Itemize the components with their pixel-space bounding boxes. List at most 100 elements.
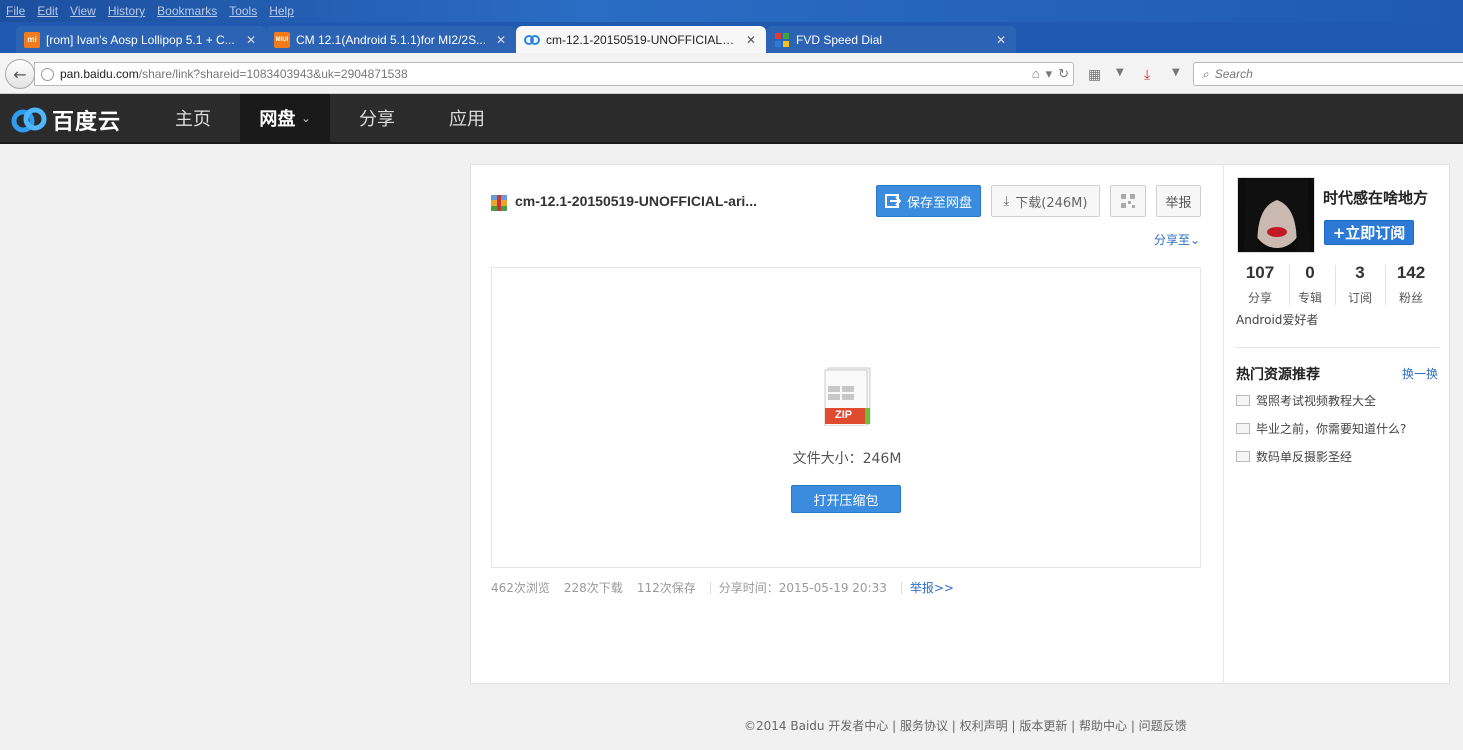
logo-text: 百度云	[52, 110, 122, 135]
save-count: 112次保存	[636, 581, 696, 595]
hot-resources-title: 热门资源推荐	[1236, 367, 1320, 383]
search-icon: ⌕	[1202, 66, 1209, 81]
archive-file-icon	[491, 195, 507, 211]
tab-cm-baidu[interactable]: cm-12.1-20150519-UNOFFICIAL-ar... ✕	[516, 26, 766, 54]
nav-home[interactable]: 主页	[148, 94, 238, 142]
file-size: 文件大小：246M	[792, 451, 902, 467]
fvd-icon	[774, 32, 790, 48]
chevron-down-icon: ⌄	[1190, 233, 1201, 247]
miui-icon: MIUI	[274, 31, 290, 48]
footer-links[interactable]: ©2014 Baidu 开发者中心 | 服务协议 | 权利声明 | 版本更新 |…	[744, 717, 1187, 734]
url-path: /share/link?shareid=1083403943&uk=290487…	[138, 67, 408, 81]
hot-item[interactable]: 毕业之前，你需要知道什么?	[1236, 420, 1406, 437]
nav-netdisk[interactable]: 网盘 ⌄	[240, 94, 330, 142]
chevron-down-icon[interactable]: ▼	[1172, 67, 1180, 78]
speed-dial-icon[interactable]: ▦	[1088, 67, 1101, 83]
url-bar[interactable]: pan.baidu.com /share/link?shareid=108340…	[34, 62, 1074, 86]
close-icon[interactable]: ✕	[744, 33, 758, 47]
nav-share[interactable]: 分享	[332, 94, 422, 142]
tab-bar: mi [rom] Ivan's Aosp Lollipop 5.1 + C...…	[0, 22, 1463, 70]
stat-label: 粉丝	[1398, 291, 1423, 305]
open-archive-button[interactable]: 打开压缩包	[791, 485, 901, 513]
report-link[interactable]: 举报>>	[910, 579, 954, 596]
download-button[interactable]: ⤓ 下载(246M)	[991, 185, 1100, 217]
hot-item[interactable]: 数码单反摄影圣经	[1236, 448, 1352, 465]
menu-history[interactable]: History	[108, 4, 145, 18]
save-icon	[884, 194, 901, 208]
subscribe-button[interactable]: + 立即订阅	[1324, 220, 1414, 245]
stat-albums[interactable]: 0 专辑	[1289, 263, 1331, 306]
stat-number: 107	[1245, 263, 1275, 282]
divider	[709, 581, 711, 594]
avatar[interactable]	[1237, 177, 1315, 253]
dropdown-icon[interactable]: ▾	[1046, 66, 1053, 82]
nav-netdisk-label: 网盘	[259, 109, 296, 130]
navigation-bar: pan.baidu.com /share/link?shareid=108340…	[0, 53, 1463, 94]
stat-subscriptions[interactable]: 3 订阅	[1335, 263, 1385, 306]
report-button[interactable]: 举报	[1156, 185, 1201, 217]
stat-number: 3	[1355, 263, 1365, 282]
zip-label: ZIP	[835, 409, 853, 421]
mi-icon: mi	[24, 31, 40, 48]
stat-shares[interactable]: 107 分享	[1235, 263, 1285, 306]
qr-code-button[interactable]	[1110, 185, 1146, 217]
stat-fans[interactable]: 142 粉丝	[1385, 263, 1437, 306]
tab-title: cm-12.1-20150519-UNOFFICIAL-ar...	[546, 33, 738, 47]
tab-fvd-speed-dial[interactable]: FVD Speed Dial ✕	[766, 26, 1016, 53]
menu-file[interactable]: File	[6, 4, 25, 18]
baidu-header: 百度云 主页 网盘 ⌄ 分享 应用	[0, 94, 1463, 144]
menu-view[interactable]: View	[70, 4, 96, 18]
stat-label: 分享	[1247, 291, 1272, 305]
username[interactable]: 时代感在啥地方	[1323, 187, 1428, 208]
view-count: 462次浏览	[491, 581, 550, 595]
share-card: cm-12.1-20150519-UNOFFICIAL-ari... 保存至网盘…	[470, 164, 1450, 684]
stat-label: 订阅	[1347, 291, 1372, 305]
save-to-netdisk-button[interactable]: 保存至网盘	[876, 185, 981, 217]
tab-cm-mi2[interactable]: MIUI CM 12.1(Android 5.1.1)for MI2/2S...…	[266, 26, 516, 53]
menu-edit[interactable]: Edit	[37, 4, 58, 18]
baidu-cloud-logo[interactable]: 百度云	[10, 104, 121, 136]
user-description: Android爱好者	[1236, 313, 1319, 327]
close-icon[interactable]: ✕	[244, 33, 258, 47]
image-icon	[1236, 451, 1250, 462]
close-icon[interactable]: ✕	[494, 33, 508, 47]
avatar-image	[1238, 178, 1314, 252]
tab-ivan-aosp[interactable]: mi [rom] Ivan's Aosp Lollipop 5.1 + C...…	[16, 26, 266, 53]
nav-apps[interactable]: 应用	[422, 94, 512, 142]
reload-icon[interactable]: ↻	[1058, 66, 1069, 82]
close-icon[interactable]: ✕	[994, 33, 1008, 47]
download-label: 下载(246M)	[1015, 195, 1088, 211]
download-icon: ⤓	[1003, 193, 1010, 209]
image-icon	[1236, 395, 1250, 406]
tab-title: FVD Speed Dial	[796, 32, 883, 47]
menu-tools[interactable]: Tools	[229, 4, 257, 18]
download-manager-icon[interactable]: ⤓	[1144, 67, 1150, 83]
back-arrow-icon: ←	[13, 64, 27, 84]
stat-label: 专辑	[1297, 291, 1322, 305]
menu-bookmarks[interactable]: Bookmarks	[157, 4, 217, 18]
download-count: 228次下载	[563, 581, 623, 595]
share-stats: 462次浏览 228次下载 112次保存 分享时间：2015-05-19 20:…	[491, 579, 968, 596]
home-icon[interactable]: ⌂	[1032, 66, 1040, 82]
cloud-logo-icon	[11, 107, 47, 133]
tab-title: [rom] Ivan's Aosp Lollipop 5.1 + C...	[46, 32, 235, 47]
qr-code-icon	[1121, 194, 1135, 208]
stat-number: 0	[1305, 263, 1315, 282]
stat-number: 142	[1396, 263, 1426, 282]
save-label: 保存至网盘	[906, 195, 972, 211]
back-button[interactable]: ←	[5, 59, 35, 89]
refresh-link[interactable]: 换一换	[1402, 365, 1438, 382]
menu-help[interactable]: Help	[269, 4, 294, 18]
hot-item-label: 数码单反摄影圣经	[1256, 450, 1353, 464]
search-input[interactable]: ⌕ Search	[1193, 62, 1463, 86]
file-preview: ZIP 文件大小：246M 打开压缩包	[491, 267, 1201, 568]
hot-item[interactable]: 驾照考试视频教程大全	[1236, 392, 1376, 409]
share-to-label: 分享至	[1154, 233, 1191, 247]
image-icon	[1236, 423, 1250, 434]
url-tools: ⌂ ▾ ↻	[1032, 66, 1069, 82]
url-host: pan.baidu.com	[60, 67, 139, 81]
subscribe-label: 立即订阅	[1345, 224, 1406, 242]
share-to-link[interactable]: 分享至⌄	[1154, 231, 1200, 248]
chevron-down-icon[interactable]: ▼	[1116, 67, 1124, 78]
plus-icon: +	[1332, 223, 1346, 242]
